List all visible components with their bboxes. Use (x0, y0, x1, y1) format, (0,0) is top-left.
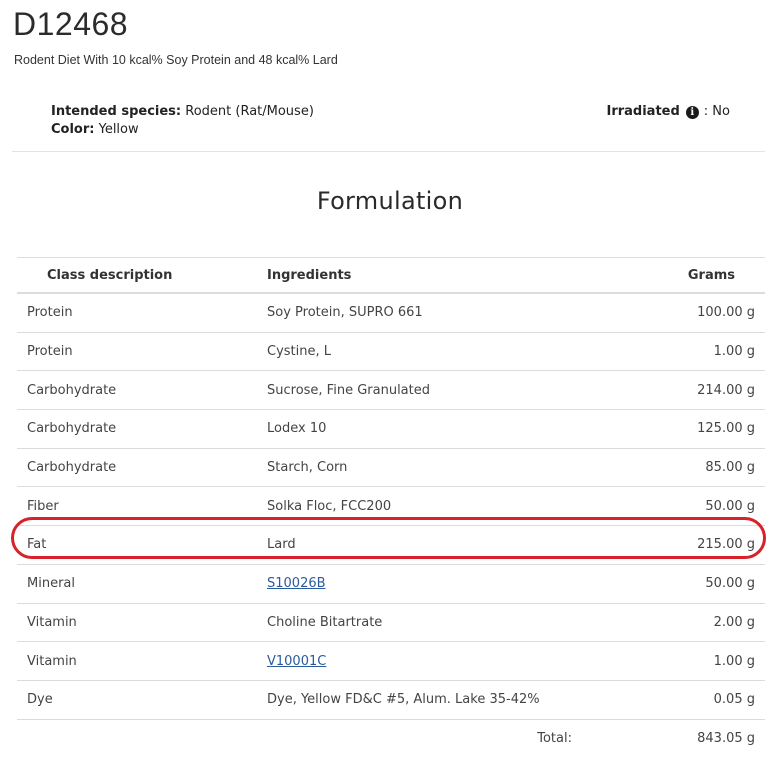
cell-grams: 215.00 g (627, 525, 765, 565)
column-header-grams: Grams (627, 257, 765, 294)
cell-class-description: Carbohydrate (17, 370, 267, 410)
cell-grams: 50.00 g (627, 486, 765, 526)
species-value: Rodent (Rat/Mouse) (185, 104, 314, 119)
product-subtitle: Rodent Diet With 10 kcal% Soy Protein an… (14, 53, 338, 67)
cell-grams: 100.00 g (627, 292, 765, 333)
table-row: Carbohydrate Starch, Corn 85.00 g (17, 447, 765, 487)
cell-class-description: Protein (17, 292, 267, 333)
cell-class-description: Protein (17, 331, 267, 371)
table-row: Fat Lard 215.00 g (17, 525, 765, 565)
table-row: Carbohydrate Sucrose, Fine Granulated 214.… (17, 370, 765, 410)
cell-ingredient: Choline Bitartrate (267, 602, 627, 642)
cell-grams: 85.00 g (627, 447, 765, 487)
cell-ingredient: Dye, Yellow FD&C #5, Alum. Lake 35-42% (267, 679, 627, 720)
cell-class-description: Mineral (17, 563, 267, 603)
cell-ingredient: Soy Protein, SUPRO 661 (267, 292, 627, 333)
cell-class-description: Dye (17, 679, 267, 720)
cell-grams: 0.05 g (627, 679, 765, 720)
total-label: Total: (537, 730, 572, 746)
total-value: 843.05 g (627, 718, 765, 757)
cell-class-description: Carbohydrate (17, 447, 267, 487)
table-header-row: Class description Ingredients Grams (17, 257, 765, 294)
table-row: Carbohydrate Lodex 10 125.00 g (17, 409, 765, 449)
irradiated-label: Irradiated (606, 104, 680, 119)
cell-ingredient: V10001C (267, 641, 627, 681)
color-line: Color: Yellow (51, 121, 314, 139)
cell-class-description: Fat (17, 525, 267, 565)
irradiated-value: : No (703, 104, 730, 119)
ingredient-link[interactable]: S10026B (267, 576, 326, 591)
cell-class-description: Vitamin (17, 641, 267, 681)
cell-grams: 125.00 g (627, 409, 765, 449)
column-header-ingredients: Ingredients (267, 257, 627, 294)
divider (12, 151, 765, 152)
column-header-class: Class description (17, 257, 267, 294)
color-label: Color: (51, 122, 95, 137)
cell-grams: 50.00 g (627, 563, 765, 603)
cell-ingredient: Lard (267, 525, 627, 565)
table-row: Vitamin V10001C 1.00 g (17, 641, 765, 681)
cell-grams: 2.00 g (627, 602, 765, 642)
irradiated-line: Irradiated i : No (606, 103, 730, 121)
info-circle-icon[interactable]: i (685, 105, 699, 119)
cell-ingredient: Cystine, L (267, 331, 627, 371)
cell-class-description: Fiber (17, 486, 267, 526)
table-row: Vitamin Choline Bitartrate 2.00 g (17, 602, 765, 642)
section-title: Formulation (316, 187, 464, 215)
table-row: Dye Dye, Yellow FD&C #5, Alum. Lake 35-42… (17, 679, 765, 720)
cell-ingredient: Sucrose, Fine Granulated (267, 370, 627, 410)
cell-class-description: Carbohydrate (17, 409, 267, 449)
product-code: D12468 (13, 6, 129, 42)
total-row: Total: 843.05 g (17, 718, 765, 757)
ingredient-link[interactable]: V10001C (267, 654, 326, 669)
cell-ingredient: S10026B (267, 563, 627, 603)
total-spacer (17, 718, 267, 757)
cell-ingredient: Solka Floc, FCC200 (267, 486, 627, 526)
color-value: Yellow (98, 122, 139, 137)
cell-ingredient: Lodex 10 (267, 409, 627, 449)
species-line: Intended species: Rodent (Rat/Mouse) (51, 103, 314, 121)
cell-class-description: Vitamin (17, 602, 267, 642)
cell-grams: 214.00 g (627, 370, 765, 410)
product-meta: Intended species: Rodent (Rat/Mouse) Col… (51, 103, 314, 139)
formulation-table: Class description Ingredients Grams Prot… (17, 257, 765, 757)
table-row: Protein Soy Protein, SUPRO 661 100.00 g (17, 292, 765, 333)
cell-grams: 1.00 g (627, 331, 765, 371)
table-row: Protein Cystine, L 1.00 g (17, 331, 765, 371)
table-row: Mineral S10026B 50.00 g (17, 563, 765, 603)
cell-ingredient: Starch, Corn (267, 447, 627, 487)
species-label: Intended species: (51, 104, 182, 119)
table-row: Fiber Solka Floc, FCC200 50.00 g (17, 486, 765, 526)
cell-grams: 1.00 g (627, 641, 765, 681)
total-label-cell: Total: (267, 718, 627, 757)
